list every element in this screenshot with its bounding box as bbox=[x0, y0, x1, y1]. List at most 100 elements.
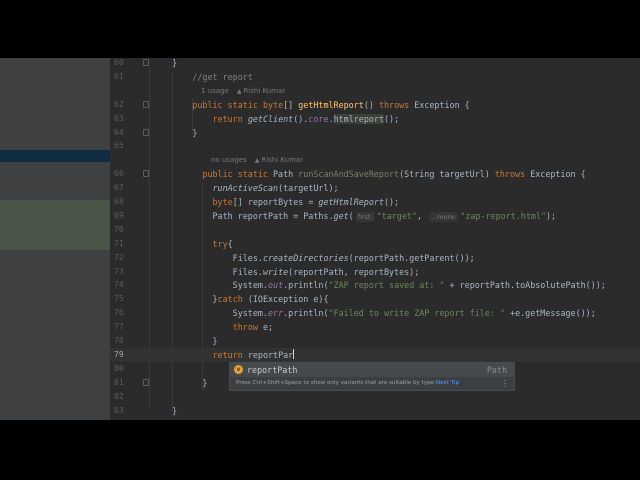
line-number[interactable]: 78 bbox=[114, 334, 132, 348]
code-token: (); bbox=[383, 197, 400, 207]
code-text[interactable]: System.err.println("Failed to write ZAP … bbox=[152, 306, 596, 320]
more-options-icon[interactable]: ⋮ bbox=[501, 377, 509, 390]
code-token: throw bbox=[232, 322, 263, 333]
code-text[interactable]: public static Path runScanAndSaveReport(… bbox=[152, 167, 586, 181]
line-number[interactable]: 65 bbox=[114, 139, 132, 153]
line-number[interactable]: 69 bbox=[114, 209, 132, 223]
fold-toggle-icon[interactable] bbox=[143, 128, 149, 136]
line-number[interactable]: 71 bbox=[114, 237, 132, 251]
line-number[interactable]: 61 bbox=[114, 70, 132, 84]
code-line: 79 return reportPar bbox=[110, 347, 640, 362]
line-number[interactable]: 60 bbox=[114, 58, 132, 70]
code-vision[interactable]: no usages ▲ Rishi Kumar bbox=[211, 153, 303, 168]
fold-toggle-icon[interactable] bbox=[143, 100, 149, 108]
code-text[interactable]: } bbox=[152, 404, 177, 418]
completion-item-type: Path bbox=[486, 365, 507, 375]
code-token: byte bbox=[262, 99, 284, 110]
code-line: 64 } bbox=[110, 126, 640, 140]
fold-toggle-icon[interactable] bbox=[143, 378, 149, 386]
line-number[interactable]: 76 bbox=[114, 306, 132, 320]
line-number[interactable]: 64 bbox=[114, 126, 132, 140]
code-token: "ZAP report saved at: " bbox=[328, 280, 445, 291]
code-line: 62 public static byte[] getHtmlReport() … bbox=[110, 98, 640, 112]
line-number[interactable]: 82 bbox=[114, 390, 132, 404]
code-text[interactable]: } bbox=[152, 376, 207, 390]
line-number[interactable]: 66 bbox=[114, 167, 132, 181]
code-line: 78 } bbox=[110, 334, 640, 348]
fold-toggle-icon[interactable] bbox=[143, 59, 149, 66]
code-line: 66 public static Path runScanAndSaveRepo… bbox=[110, 167, 640, 181]
code-token: getClient bbox=[247, 113, 294, 124]
next-tip-link[interactable]: Next Tip bbox=[436, 380, 459, 386]
author-link[interactable]: Rishi Kumar bbox=[261, 156, 303, 164]
code-text[interactable]: } bbox=[152, 58, 177, 70]
ide-window: 60 } 61 //get report 1 usage ▲ Rishi Kumar 62… bbox=[0, 58, 640, 420]
code-vision-hint: 1 usage ▲ Rishi Kumar bbox=[110, 84, 640, 98]
code-text[interactable]: }catch (IOException e){ bbox=[152, 292, 329, 306]
code-token: (targetUrl); bbox=[278, 183, 339, 194]
code-token: public static bbox=[192, 99, 263, 110]
line-number[interactable]: 63 bbox=[114, 112, 132, 126]
code-token: (String targetUrl) bbox=[399, 169, 495, 180]
code-token: System. bbox=[152, 308, 268, 319]
line-number[interactable]: 62 bbox=[114, 98, 132, 112]
line-number[interactable]: 73 bbox=[114, 265, 132, 279]
line-number[interactable]: 81 bbox=[114, 376, 132, 390]
code-text[interactable]: public static byte[] getHtmlReport() thr… bbox=[152, 98, 469, 112]
usages-link[interactable]: no usages bbox=[211, 156, 247, 164]
code-text[interactable]: runActiveScan(targetUrl); bbox=[152, 181, 339, 195]
line-number[interactable]: 79 bbox=[114, 348, 132, 362]
line-number[interactable]: 75 bbox=[114, 292, 132, 306]
fold-toggle-icon[interactable] bbox=[143, 170, 149, 178]
completion-item[interactable]: v reportPath Path bbox=[230, 363, 514, 377]
code-token: , bbox=[416, 210, 428, 221]
code-token: ( bbox=[348, 210, 354, 221]
usages-link[interactable]: 1 usage bbox=[201, 87, 229, 95]
line-number[interactable]: 74 bbox=[114, 278, 132, 292]
code-vision-hint: no usages ▲ Rishi Kumar bbox=[110, 153, 640, 167]
code-text[interactable]: try{ bbox=[152, 237, 233, 251]
code-text[interactable]: Files.createDirectories(reportPath.getPa… bbox=[152, 251, 475, 265]
line-number[interactable]: 77 bbox=[114, 320, 132, 334]
author-link[interactable]: Rishi Kumar bbox=[243, 87, 285, 95]
code-text[interactable]: return reportPar bbox=[152, 348, 295, 362]
code-line: 71 try{ bbox=[110, 237, 640, 251]
line-number[interactable]: 72 bbox=[114, 251, 132, 265]
variable-icon: v bbox=[234, 365, 243, 374]
code-token: (reportPath.getParent()); bbox=[348, 252, 475, 263]
code-text[interactable]: Path reportPath = Paths.get(first: "targe… bbox=[152, 209, 556, 224]
code-text[interactable]: System.out.println("ZAP report saved at:… bbox=[152, 278, 606, 292]
code-token: "target" bbox=[376, 210, 417, 221]
parameter-hint: ...more: bbox=[429, 211, 459, 222]
code-token: Path reportPath = Paths. bbox=[152, 210, 334, 221]
completion-popup[interactable]: v reportPath Path Press Ctrl+Shift+Space… bbox=[229, 362, 515, 391]
code-text[interactable]: Files.write(reportPath, reportBytes); bbox=[152, 265, 420, 279]
code-line: 60 } bbox=[110, 58, 640, 70]
code-line: 65 bbox=[110, 139, 640, 153]
line-number[interactable]: 67 bbox=[114, 181, 132, 195]
code-text[interactable]: } bbox=[152, 126, 197, 140]
code-token: } bbox=[152, 405, 178, 416]
code-token: Exception { bbox=[530, 169, 586, 180]
line-number[interactable]: 83 bbox=[114, 404, 132, 418]
code-text[interactable]: throw e; bbox=[152, 320, 273, 334]
code-line: 76 System.err.println("Failed to write Z… bbox=[110, 306, 640, 320]
code-vision[interactable]: 1 usage ▲ Rishi Kumar bbox=[201, 84, 285, 99]
code-token: runActiveScan bbox=[212, 183, 279, 194]
code-token: //get report bbox=[152, 71, 253, 82]
code-token: e; bbox=[262, 322, 274, 333]
code-text[interactable]: } bbox=[152, 334, 218, 348]
line-number[interactable]: 80 bbox=[114, 362, 132, 376]
code-token: reportPar bbox=[247, 349, 294, 360]
changed-region-highlight bbox=[0, 200, 110, 250]
side-panel bbox=[0, 58, 110, 420]
code-token: createDirectories bbox=[262, 252, 349, 263]
code-token: htmlreport bbox=[333, 113, 384, 124]
line-number[interactable]: 70 bbox=[114, 223, 132, 237]
code-text[interactable]: return getClient().core.htmlreport(); bbox=[152, 112, 399, 126]
code-text[interactable]: //get report bbox=[152, 70, 253, 84]
code-text[interactable]: byte[] reportBytes = getHtmlReport(); bbox=[152, 195, 400, 209]
line-number[interactable]: 68 bbox=[114, 195, 132, 209]
